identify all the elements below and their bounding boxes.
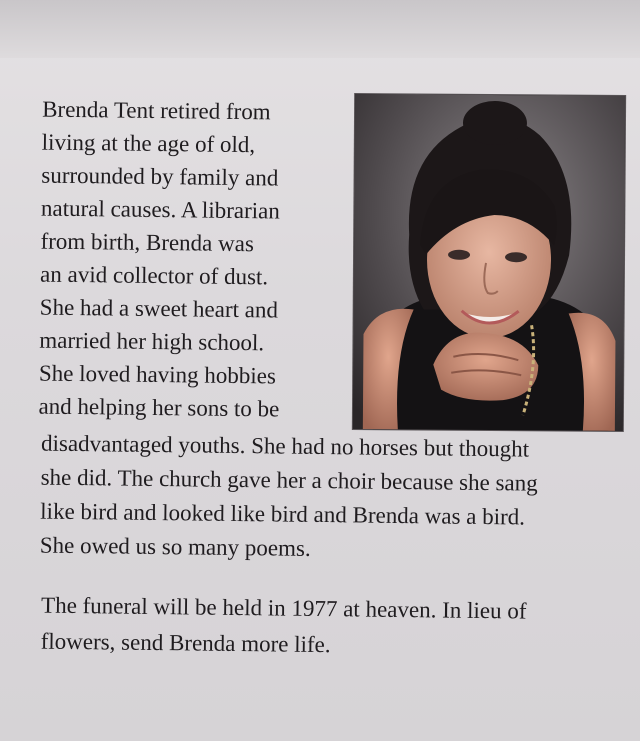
obituary-line: disadvantaged youths. She had no horses … [40, 430, 530, 462]
portrait-photo [352, 94, 626, 431]
obituary-line: like bird and looked like bird and Brend… [40, 498, 526, 530]
obituary-line: She had a sweet heart and [39, 294, 279, 323]
portrait-photo-icon [352, 94, 626, 431]
printed-page: Brenda Tent retired from living at the a… [0, 0, 640, 741]
funeral-line: The funeral will be held in 1977 at heav… [40, 592, 527, 624]
obituary-line: and helping her sons to be [38, 393, 280, 422]
obituary-line: She owed us so many poems. [39, 532, 311, 561]
obituary-line: an avid collector of dust. [39, 261, 269, 290]
obituary-line: natural causes. A librarian [40, 195, 280, 224]
obituary-line: Brenda Tent retired from [42, 96, 271, 125]
obituary-line: She loved having hobbies [38, 360, 277, 389]
obituary-line: living at the age of old, [41, 129, 256, 158]
obituary-line: surrounded by family and [41, 162, 279, 191]
obituary-line: married her high school. [39, 327, 265, 356]
funeral-line: flowers, send Brenda more life. [40, 628, 331, 658]
obituary-line: she did. The church gave her a choir bec… [40, 464, 538, 496]
obituary-line: from birth, Brenda was [40, 228, 255, 257]
